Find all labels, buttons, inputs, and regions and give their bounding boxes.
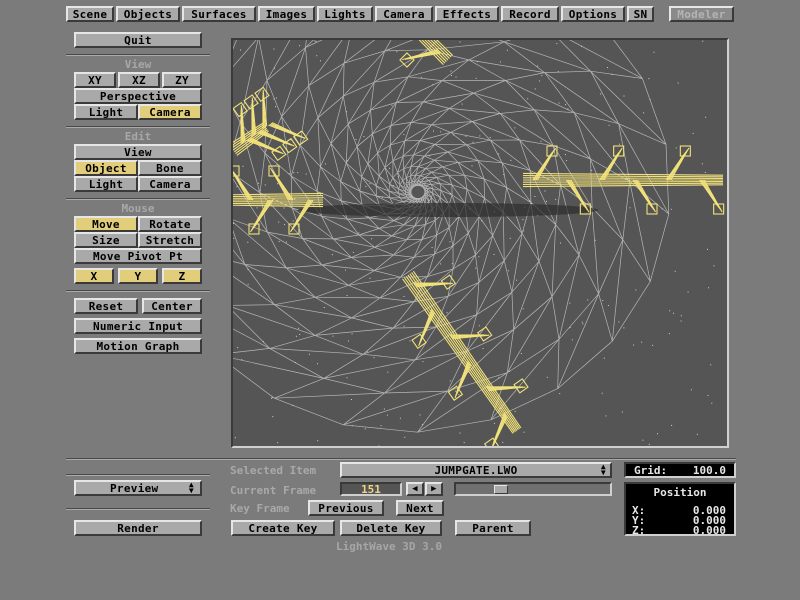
frame-slider-knob[interactable] xyxy=(494,485,508,494)
rotate-button[interactable]: Rotate xyxy=(138,216,202,232)
tab-camera[interactable]: Camera xyxy=(375,6,433,22)
grid-label: Grid: xyxy=(634,464,668,477)
parent-button[interactable]: Parent xyxy=(455,520,531,536)
grid-display: Grid: 100.0 xyxy=(624,462,736,478)
tunnel-band xyxy=(298,203,598,217)
camera-viewport[interactable] xyxy=(231,38,729,448)
tunnel-wireframe xyxy=(233,40,670,433)
selected-item-dropdown[interactable]: JUMPGATE.LWO ▲ ▼ xyxy=(340,462,612,478)
axis-x-toggle[interactable]: X xyxy=(74,268,114,284)
tab-scene[interactable]: Scene xyxy=(66,6,114,22)
divider xyxy=(66,508,210,510)
center-button[interactable]: Center xyxy=(142,298,202,314)
divider xyxy=(66,198,210,200)
updown-arrows-icon: ▲ ▼ xyxy=(188,480,194,495)
current-frame-label: Current Frame xyxy=(230,484,317,497)
create-key-button[interactable]: Create Key xyxy=(231,520,335,536)
tab-record[interactable]: Record xyxy=(501,6,559,22)
selected-item-label: Selected Item xyxy=(230,464,317,477)
view-section-title: View xyxy=(124,58,152,71)
move-pivot-button[interactable]: Move Pivot Pt xyxy=(74,248,202,264)
size-button[interactable]: Size xyxy=(74,232,138,248)
divider xyxy=(66,54,210,56)
position-z-value: 0.000 xyxy=(692,524,726,537)
right-arrow-icon[interactable]: ▶ xyxy=(425,482,443,496)
edit-camera-button[interactable]: Camera xyxy=(138,176,202,192)
render-button[interactable]: Render xyxy=(74,520,202,536)
preview-dropdown[interactable]: Preview ▲ ▼ xyxy=(74,480,202,496)
gate-arm-bottom xyxy=(402,270,529,446)
edit-light-button[interactable]: Light xyxy=(74,176,138,192)
preview-label: Preview xyxy=(110,481,159,495)
edit-section-title: Edit xyxy=(124,130,152,143)
current-frame-field[interactable]: 151 xyxy=(340,482,402,496)
key-frame-label: Key Frame xyxy=(230,502,290,515)
wireframe-scene xyxy=(233,40,725,446)
view-camera-button[interactable]: Camera xyxy=(138,104,202,120)
frame-slider[interactable] xyxy=(454,482,612,496)
gate-arm-left xyxy=(233,165,324,235)
quit-button[interactable]: Quit xyxy=(74,32,202,48)
edit-object-button[interactable]: Object xyxy=(74,160,138,176)
next-key-button[interactable]: Next xyxy=(396,500,444,516)
view-zy-button[interactable]: ZY xyxy=(162,72,202,88)
delete-key-button[interactable]: Delete Key xyxy=(340,520,442,536)
motion-graph-button[interactable]: Motion Graph xyxy=(74,338,202,354)
view-xz-button[interactable]: XZ xyxy=(118,72,160,88)
divider xyxy=(66,126,210,128)
position-z-label: Z: xyxy=(632,524,646,537)
tab-lights[interactable]: Lights xyxy=(317,6,373,22)
position-display: Position X: 0.000 Y: 0.000 Z: 0.000 xyxy=(624,482,736,537)
gate-arm-right xyxy=(522,145,725,215)
selected-item-value: JUMPGATE.LWO xyxy=(434,463,518,477)
modeler-button[interactable]: Modeler xyxy=(669,6,734,22)
divider xyxy=(66,458,736,460)
move-button[interactable]: Move xyxy=(74,216,138,232)
divider xyxy=(66,290,210,292)
version-footer: LightWave 3D 3.0 xyxy=(336,540,442,553)
tab-options[interactable]: Options xyxy=(561,6,625,22)
grid-value: 100.0 xyxy=(692,464,726,477)
axis-z-toggle[interactable]: Z xyxy=(162,268,202,284)
tab-sn[interactable]: SN xyxy=(627,6,654,22)
divider xyxy=(66,474,210,476)
updown-arrows-icon: ▲ ▼ xyxy=(600,462,606,477)
view-light-button[interactable]: Light xyxy=(74,104,138,120)
tab-images[interactable]: Images xyxy=(258,6,315,22)
reset-button[interactable]: Reset xyxy=(74,298,138,314)
edit-view-button[interactable]: View xyxy=(74,144,202,160)
left-arrow-icon[interactable]: ◀ xyxy=(406,482,424,496)
position-title: Position xyxy=(653,486,707,499)
tab-effects[interactable]: Effects xyxy=(435,6,499,22)
tab-objects[interactable]: Objects xyxy=(116,6,180,22)
edit-bone-button[interactable]: Bone xyxy=(138,160,202,176)
mouse-section-title: Mouse xyxy=(121,202,155,215)
perspective-button[interactable]: Perspective xyxy=(74,88,202,104)
numeric-input-button[interactable]: Numeric Input xyxy=(74,318,202,334)
axis-y-toggle[interactable]: Y xyxy=(118,268,158,284)
stretch-button[interactable]: Stretch xyxy=(138,232,202,248)
previous-key-button[interactable]: Previous xyxy=(308,500,384,516)
view-xy-button[interactable]: XY xyxy=(74,72,116,88)
tab-surfaces[interactable]: Surfaces xyxy=(182,6,256,22)
